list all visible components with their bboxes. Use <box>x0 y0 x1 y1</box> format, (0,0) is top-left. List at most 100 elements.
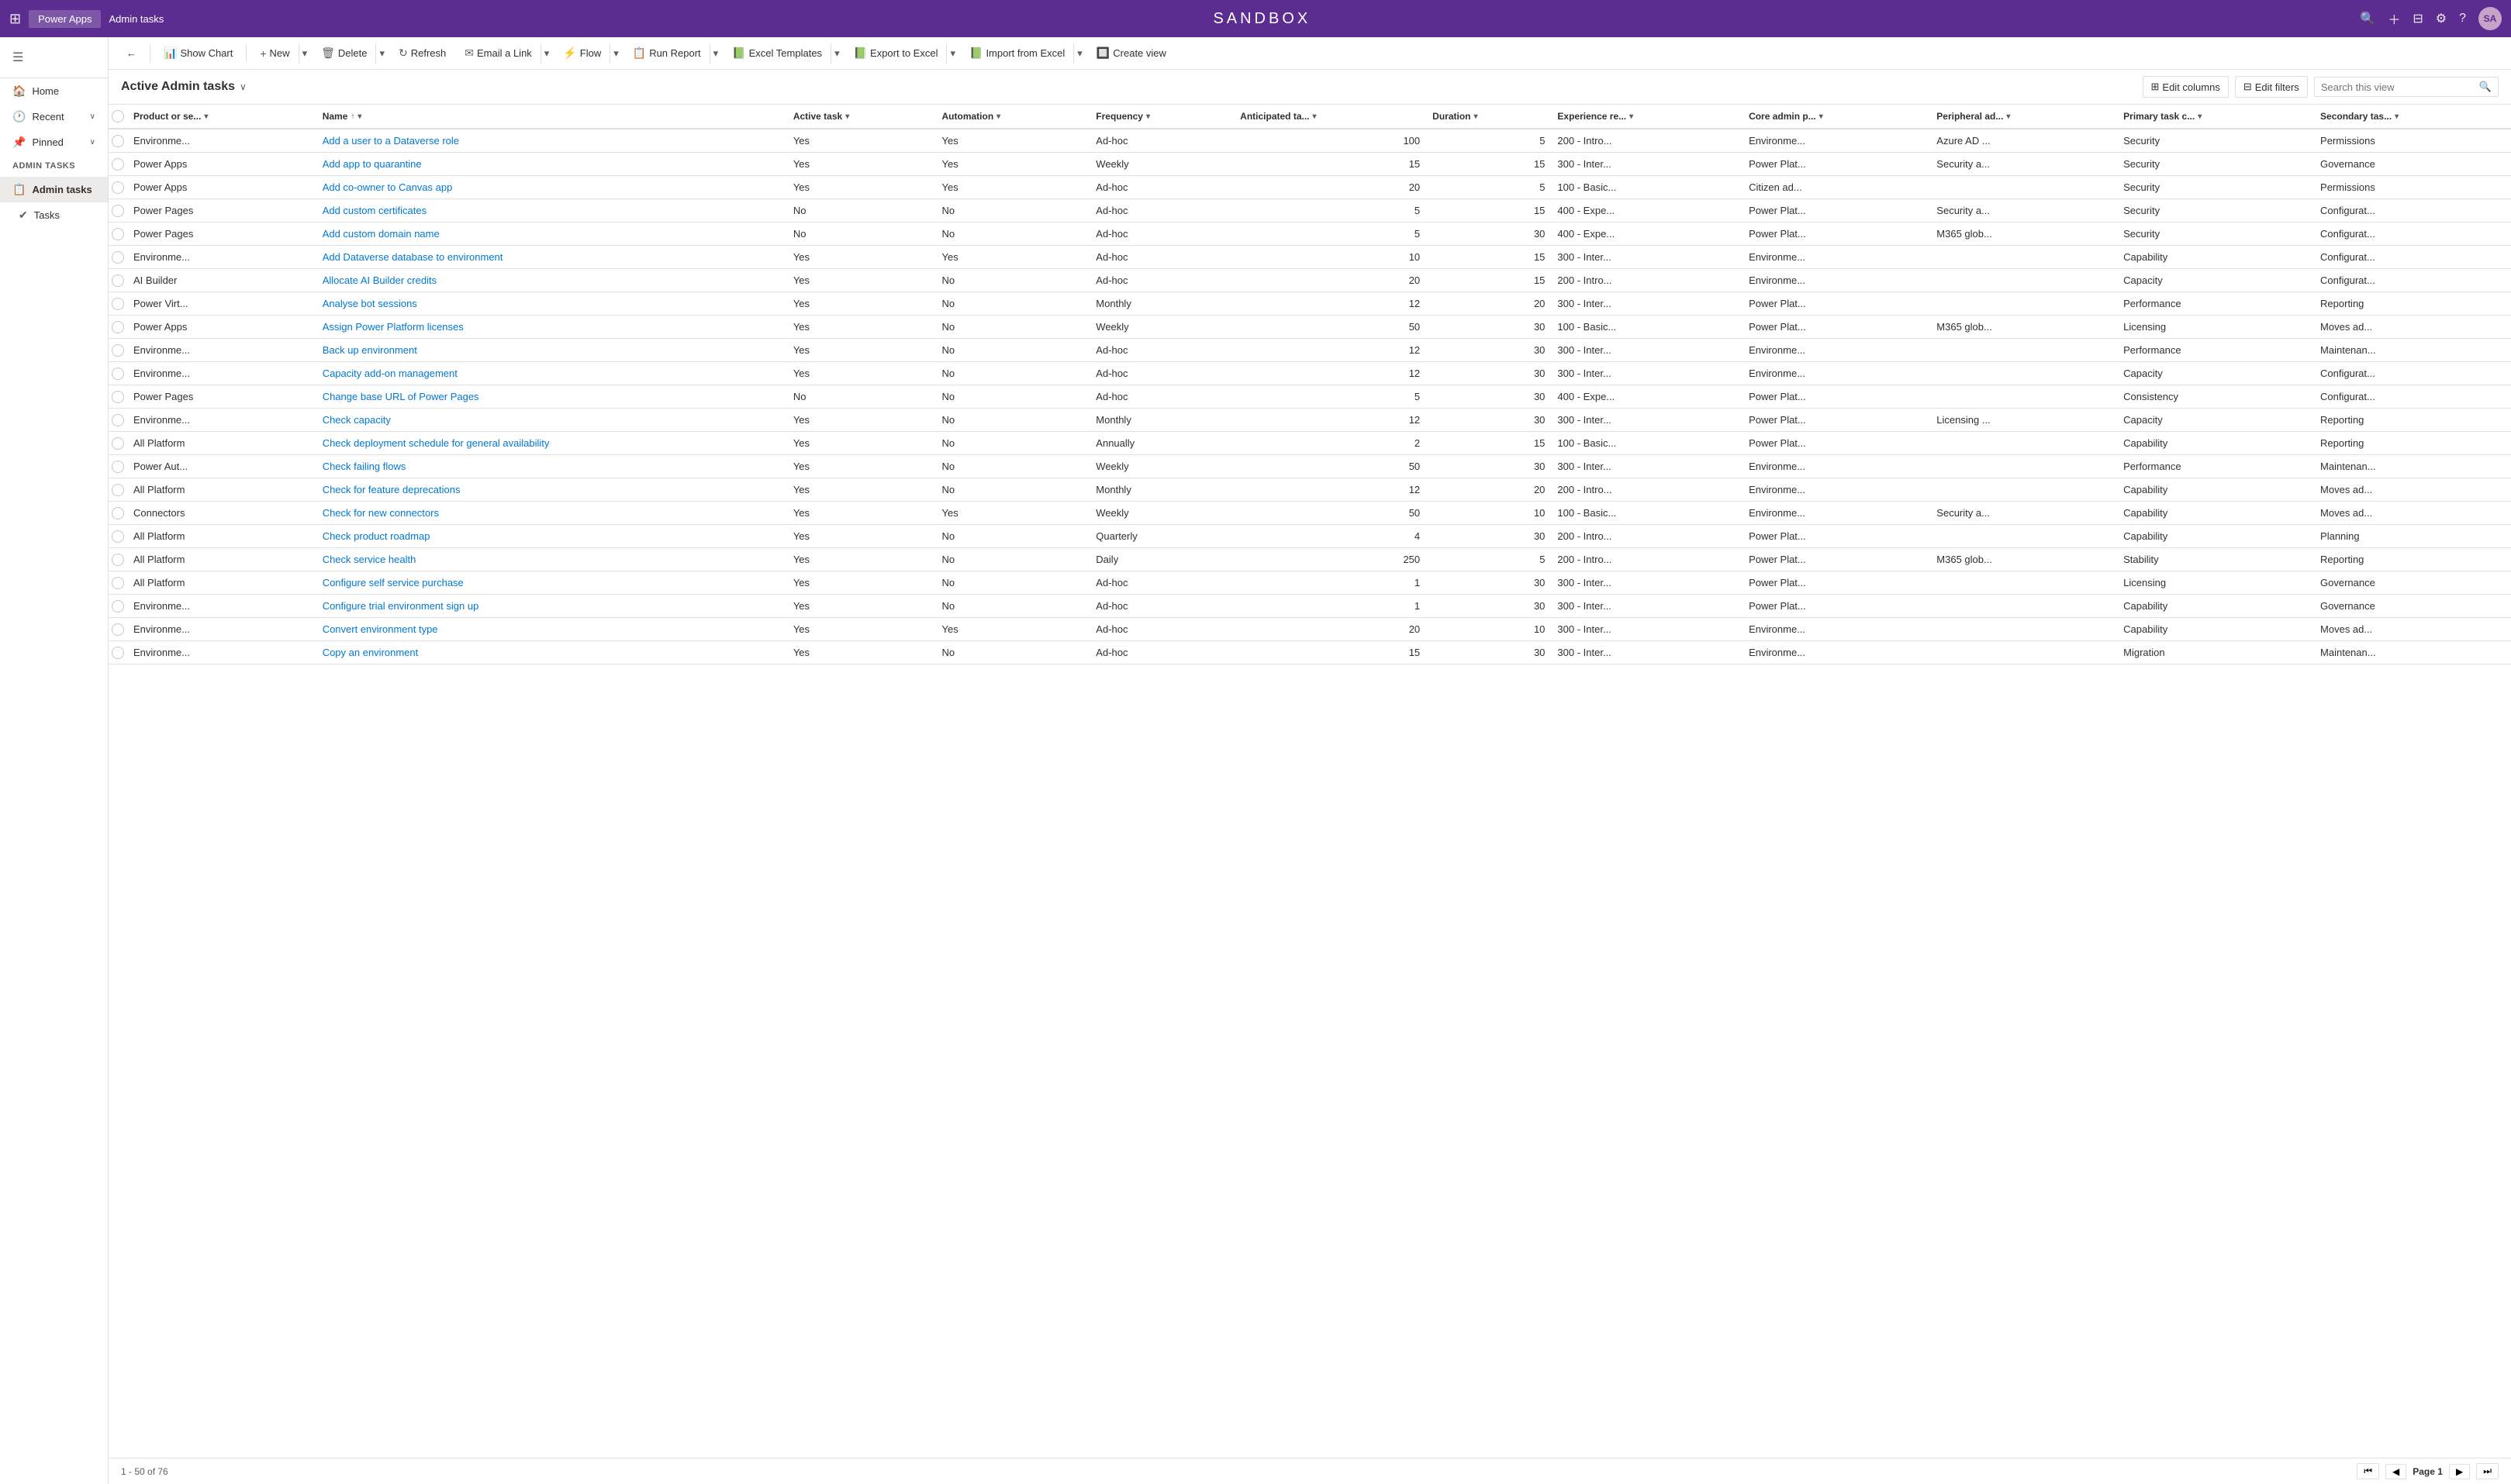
row-select-cell[interactable] <box>109 641 127 664</box>
delete-button[interactable]: 🗑 Delete <box>313 42 375 64</box>
back-button[interactable]: ← <box>118 43 145 64</box>
col-header-duration[interactable]: Duration ▾ <box>1426 105 1551 129</box>
row-select-cell[interactable] <box>109 455 127 478</box>
row-select-cell[interactable] <box>109 571 127 595</box>
import-excel-dropdown[interactable]: ▾ <box>1073 43 1086 64</box>
col-header-experience[interactable]: Experience re... ▾ <box>1551 105 1743 129</box>
cell-name[interactable]: Check failing flows <box>316 455 787 478</box>
col-secondary-filter[interactable]: ▾ <box>2395 112 2399 121</box>
row-select-cell[interactable] <box>109 176 127 199</box>
row-select-cell[interactable] <box>109 129 127 153</box>
cell-name[interactable]: Add co-owner to Canvas app <box>316 176 787 199</box>
cell-name[interactable]: Check product roadmap <box>316 525 787 548</box>
create-view-button[interactable]: 🔲 Create view <box>1088 42 1175 64</box>
col-name-filter[interactable]: ▾ <box>357 112 361 121</box>
cell-name[interactable]: Add custom domain name <box>316 223 787 246</box>
excel-templates-button[interactable]: 📗 Excel Templates <box>724 42 831 64</box>
cell-name[interactable]: Add app to quarantine <box>316 153 787 176</box>
col-active-filter[interactable]: ▾ <box>845 112 849 121</box>
search-box[interactable]: 🔍 <box>2314 77 2499 97</box>
table-container[interactable]: Product or se... ▾ Name ↑ ▾ <box>109 105 2511 1458</box>
edit-columns-button[interactable]: ⊞ Edit columns <box>2143 76 2229 98</box>
search-input[interactable] <box>2321 81 2476 93</box>
col-frequency-filter[interactable]: ▾ <box>1146 112 1150 121</box>
sidebar-item-recent[interactable]: 🕐 Recent ∨ <box>0 104 108 129</box>
row-select-cell[interactable] <box>109 199 127 223</box>
row-select-cell[interactable] <box>109 595 127 618</box>
row-select-cell[interactable] <box>109 548 127 571</box>
col-duration-filter[interactable]: ▾ <box>1474 112 1478 121</box>
col-header-secondary[interactable]: Secondary tas... ▾ <box>2314 105 2511 129</box>
cell-name[interactable]: Change base URL of Power Pages <box>316 385 787 409</box>
col-header-frequency[interactable]: Frequency ▾ <box>1090 105 1234 129</box>
row-select-cell[interactable] <box>109 269 127 292</box>
settings-nav-icon[interactable]: ⚙ <box>2436 11 2447 26</box>
row-select-cell[interactable] <box>109 478 127 502</box>
import-excel-button[interactable]: 📗 Import from Excel <box>961 42 1073 64</box>
cell-name[interactable]: Assign Power Platform licenses <box>316 316 787 339</box>
cell-name[interactable]: Add a user to a Dataverse role <box>316 129 787 153</box>
row-select-cell[interactable] <box>109 292 127 316</box>
new-dropdown[interactable]: ▾ <box>299 43 312 64</box>
sidebar-item-tasks[interactable]: ✔ Tasks <box>0 202 108 228</box>
sidebar-item-pinned[interactable]: 📌 Pinned ∨ <box>0 129 108 155</box>
add-nav-icon[interactable]: ＋ <box>2388 9 2400 28</box>
avatar[interactable]: SA <box>2478 7 2502 30</box>
delete-dropdown[interactable]: ▾ <box>375 43 389 64</box>
next-page-button[interactable]: ▶ <box>2449 1464 2470 1479</box>
row-select-cell[interactable] <box>109 246 127 269</box>
show-chart-button[interactable]: 📊 Show Chart <box>155 42 241 64</box>
last-page-button[interactable]: ⏭ <box>2476 1463 2499 1479</box>
col-core-admin-filter[interactable]: ▾ <box>1819 112 1823 121</box>
col-peripheral-filter[interactable]: ▾ <box>2006 112 2010 121</box>
excel-templates-dropdown[interactable]: ▾ <box>831 43 844 64</box>
col-header-automation[interactable]: Automation ▾ <box>936 105 1090 129</box>
email-link-button[interactable]: ✉ Email a Link <box>456 42 541 64</box>
first-page-button[interactable]: ⏮ <box>2357 1463 2379 1479</box>
col-header-product[interactable]: Product or se... ▾ <box>127 105 316 129</box>
view-title-chevron[interactable]: ∨ <box>240 81 247 92</box>
cell-name[interactable]: Convert environment type <box>316 618 787 641</box>
edit-filters-button[interactable]: ⊟ Edit filters <box>2235 76 2308 98</box>
row-select-cell[interactable] <box>109 409 127 432</box>
col-header-core-admin[interactable]: Core admin p... ▾ <box>1743 105 1930 129</box>
cell-name[interactable]: Check for feature deprecations <box>316 478 787 502</box>
cell-name[interactable]: Configure self service purchase <box>316 571 787 595</box>
flow-button[interactable]: ⚡ Flow <box>554 42 610 64</box>
flow-dropdown[interactable]: ▾ <box>610 43 623 64</box>
export-excel-dropdown[interactable]: ▾ <box>946 43 959 64</box>
help-nav-icon[interactable]: ? <box>2459 12 2466 26</box>
col-automation-filter[interactable]: ▾ <box>996 112 1000 121</box>
row-select-cell[interactable] <box>109 316 127 339</box>
sidebar-hamburger[interactable]: ☰ <box>0 43 108 71</box>
col-header-name[interactable]: Name ↑ ▾ <box>316 105 787 129</box>
prev-page-button[interactable]: ◀ <box>2385 1464 2406 1479</box>
col-name-sort[interactable]: ↑ <box>351 112 354 121</box>
cell-name[interactable]: Allocate AI Builder credits <box>316 269 787 292</box>
col-header-peripheral[interactable]: Peripheral ad... ▾ <box>1930 105 2117 129</box>
col-product-filter[interactable]: ▾ <box>204 112 208 121</box>
cell-name[interactable]: Check capacity <box>316 409 787 432</box>
col-header-active-task[interactable]: Active task ▾ <box>787 105 936 129</box>
col-anticipated-filter[interactable]: ▾ <box>1313 112 1317 121</box>
row-select-cell[interactable] <box>109 525 127 548</box>
row-select-cell[interactable] <box>109 339 127 362</box>
search-nav-icon[interactable]: 🔍 <box>2360 11 2375 26</box>
col-header-primary-task[interactable]: Primary task c... ▾ <box>2117 105 2314 129</box>
cell-name[interactable]: Check deployment schedule for general av… <box>316 432 787 455</box>
col-experience-filter[interactable]: ▾ <box>1629 112 1633 121</box>
cell-name[interactable]: Analyse bot sessions <box>316 292 787 316</box>
export-excel-button[interactable]: 📗 Export to Excel <box>845 42 947 64</box>
sidebar-item-admin-tasks[interactable]: 📋 Admin tasks <box>0 177 108 202</box>
cell-name[interactable]: Capacity add-on management <box>316 362 787 385</box>
row-select-cell[interactable] <box>109 502 127 525</box>
cell-name[interactable]: Copy an environment <box>316 641 787 664</box>
col-primary-filter[interactable]: ▾ <box>2198 112 2202 121</box>
cell-name[interactable]: Check service health <box>316 548 787 571</box>
cell-name[interactable]: Add custom certificates <box>316 199 787 223</box>
filter-nav-icon[interactable]: ⊟ <box>2413 11 2423 26</box>
cell-name[interactable]: Add Dataverse database to environment <box>316 246 787 269</box>
row-select-cell[interactable] <box>109 618 127 641</box>
select-all-header[interactable] <box>109 105 127 129</box>
email-dropdown[interactable]: ▾ <box>541 43 554 64</box>
